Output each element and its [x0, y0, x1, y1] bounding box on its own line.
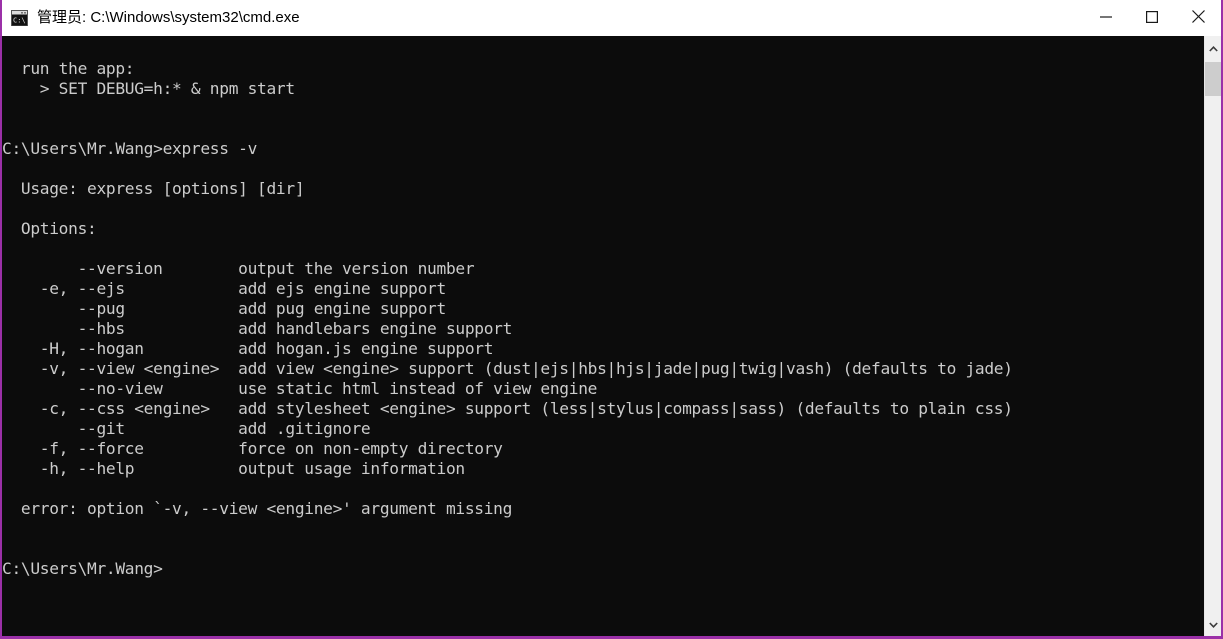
- cmd-console-icon: C:\: [11, 10, 28, 26]
- scrollbar-up-button[interactable]: [1205, 36, 1221, 60]
- chevron-up-icon: [1208, 39, 1218, 57]
- maximize-icon: [1146, 10, 1159, 26]
- scrollbar-down-button[interactable]: [1205, 612, 1221, 636]
- console-output-area[interactable]: run the app: > SET DEBUG=h:* & npm start…: [2, 36, 1221, 636]
- title-bar: C:\ 管理员: C:\Windows\system32\cmd.exe: [2, 0, 1221, 36]
- maximize-button[interactable]: [1129, 0, 1175, 36]
- svg-text:C:\: C:\: [13, 16, 26, 24]
- vertical-scrollbar[interactable]: [1204, 36, 1221, 636]
- close-button[interactable]: [1175, 0, 1221, 36]
- scrollbar-thumb[interactable]: [1205, 62, 1221, 96]
- minimize-icon: [1100, 11, 1112, 26]
- chevron-down-icon: [1208, 615, 1218, 633]
- console-window: C:\ 管理员: C:\Windows\system32\cmd.exe run…: [0, 0, 1223, 639]
- console-text: run the app: > SET DEBUG=h:* & npm start…: [2, 59, 1013, 578]
- scrollbar-track[interactable]: [1205, 60, 1221, 612]
- close-icon: [1191, 10, 1205, 26]
- minimize-button[interactable]: [1083, 0, 1129, 36]
- window-title: 管理员: C:\Windows\system32\cmd.exe: [37, 9, 300, 26]
- window-controls: [1083, 0, 1221, 36]
